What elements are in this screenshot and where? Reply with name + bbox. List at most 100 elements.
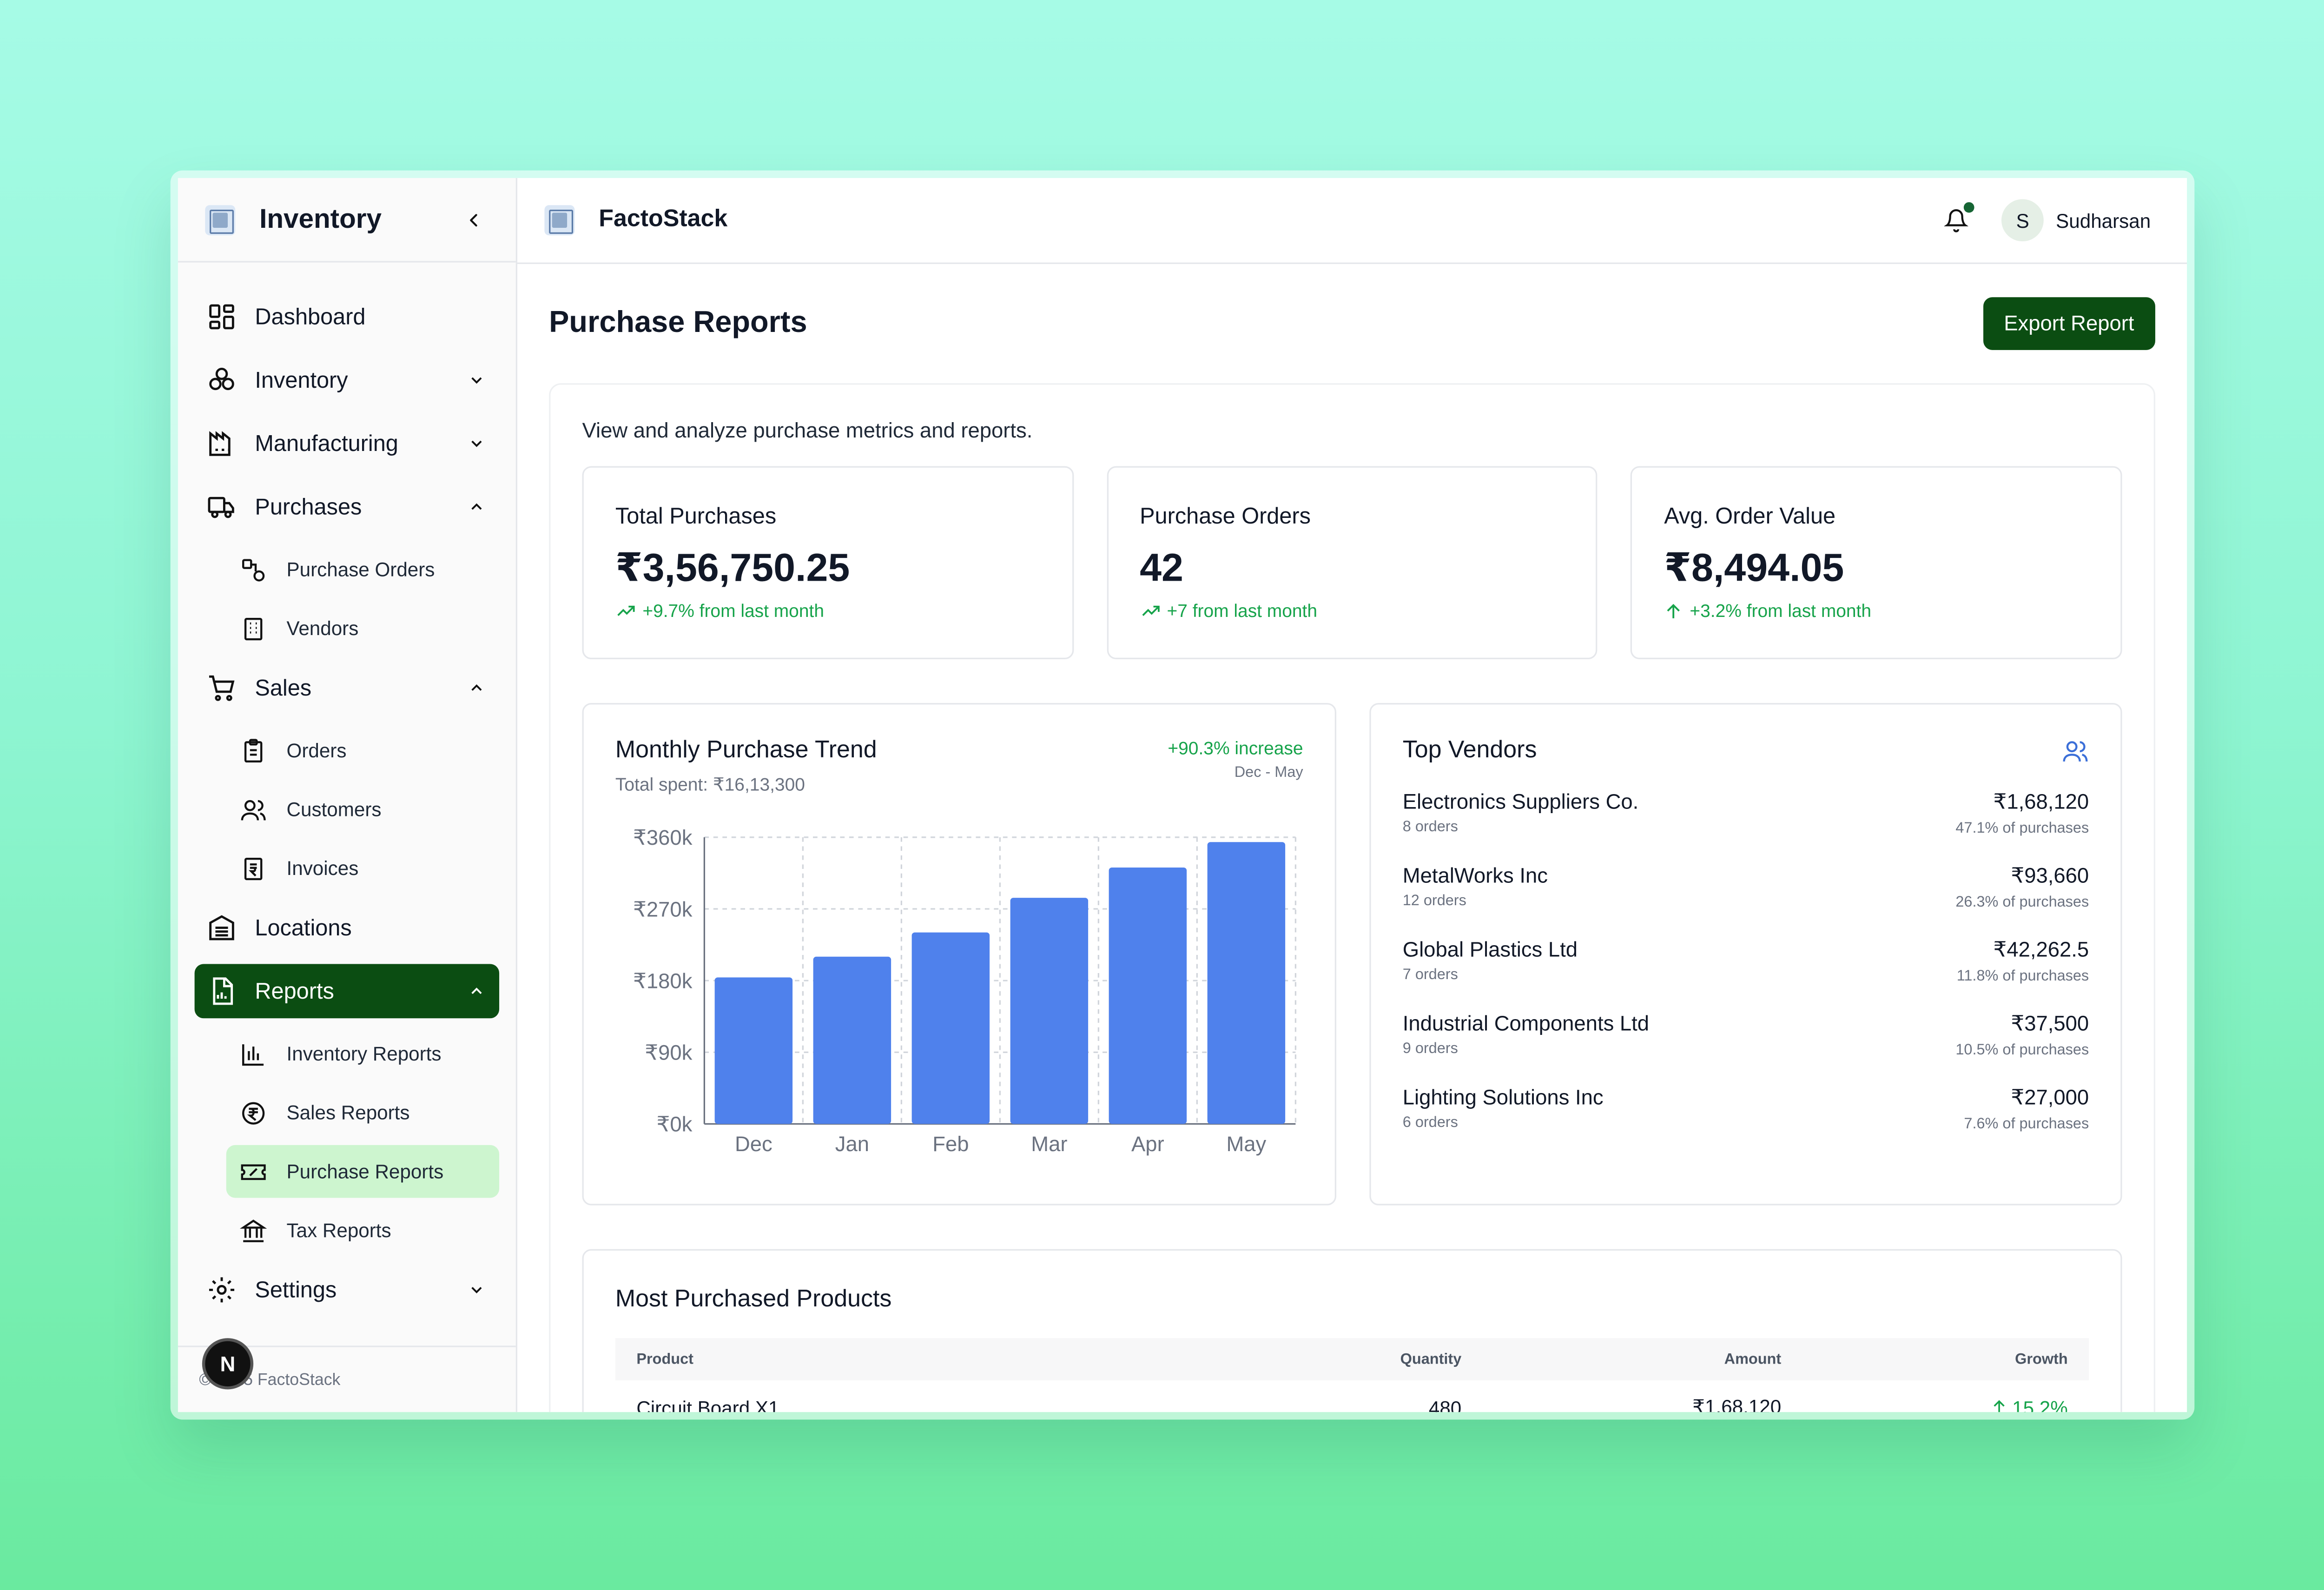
sidebar-subitem-label: Sales Reports — [286, 1101, 410, 1124]
sidebar-subitem-label: Inventory Reports — [286, 1042, 442, 1065]
notifications-button[interactable] — [1941, 202, 1974, 235]
column-header-growth[interactable]: Growth — [1781, 1351, 2068, 1368]
sidebar-item-locations[interactable]: Locations — [195, 901, 499, 955]
sidebar-subitem-purchase-orders[interactable]: Purchase Orders — [226, 543, 499, 596]
ticket-icon — [238, 1156, 269, 1186]
report-panel: View and analyze purchase metrics and re… — [549, 383, 2155, 1412]
arrow-up-icon — [1667, 603, 1681, 618]
sidebar-subitem-customers[interactable]: Customers — [226, 783, 499, 836]
boxes-icon — [207, 365, 237, 395]
sidebar-item-settings[interactable]: Settings — [195, 1263, 499, 1317]
x-tick-label: Apr — [1131, 1132, 1164, 1156]
sidebar-item-label: Dashboard — [255, 304, 366, 330]
kpi-value: ₹3,56,750.25 — [615, 544, 850, 590]
top-vendors-card: Top Vendors Electronics Suppliers Co. 8 o… — [1369, 703, 2122, 1206]
sidebar-subitem-invoices[interactable]: Invoices — [226, 842, 499, 895]
sidebar-header: Inventory — [178, 178, 516, 263]
vendor-row[interactable]: Industrial Components Ltd 9 orders ₹37,50… — [1403, 1011, 2089, 1062]
notification-dot — [1964, 202, 1974, 213]
avatar[interactable]: S — [2001, 199, 2044, 242]
shapes-icon — [238, 555, 269, 585]
vendor-share: 26.3% of purchases — [1955, 894, 2089, 911]
page-title: Purchase Reports — [549, 305, 807, 339]
charts-row: Monthly Purchase Trend Total spent: ₹16,… — [582, 703, 2122, 1206]
vendor-row[interactable]: Electronics Suppliers Co. 8 orders ₹1,68,… — [1403, 789, 2089, 840]
column-header-product[interactable]: Product — [636, 1351, 1281, 1368]
kpi-delta: +7 from last month — [1140, 600, 1565, 622]
product-amount: ₹1,68,120 — [1692, 1395, 1782, 1412]
vendor-share: 10.5% of purchases — [1955, 1042, 2089, 1059]
product-quantity: 480 — [1428, 1396, 1462, 1412]
bar-mar — [1010, 898, 1089, 1124]
gear-icon — [207, 1275, 237, 1305]
brand-name: FactoStack — [599, 206, 728, 232]
rupee-circle-icon — [238, 1098, 269, 1128]
table-header: Product Quantity Amount Growth — [615, 1338, 2089, 1381]
sidebar-item-label: Sales — [255, 675, 312, 701]
vendor-share: 47.1% of purchases — [1955, 821, 2089, 837]
sidebar-item-inventory[interactable]: Inventory — [195, 353, 499, 407]
x-tick-label: May — [1226, 1132, 1266, 1156]
chevron-down-icon — [466, 433, 487, 454]
page-header: Purchase Reports Export Report — [549, 294, 2155, 351]
growth-value: 15.2% — [2012, 1396, 2068, 1412]
factory-icon — [207, 429, 237, 459]
vendor-orders: 9 orders — [1402, 1040, 1458, 1058]
sidebar-item-label: Settings — [255, 1277, 337, 1303]
vendor-row[interactable]: Global Plastics Ltd 7 orders ₹42,262.5 11.… — [1403, 937, 2089, 988]
column-header-amount[interactable]: Amount — [1461, 1351, 1782, 1368]
y-tick-label: ₹270k — [633, 897, 693, 921]
sidebar-item-dashboard[interactable]: Dashboard — [195, 290, 499, 344]
sidebar-subitem-tax-reports[interactable]: Tax Reports — [226, 1204, 499, 1257]
trend-increase: +90.3% increase Dec - May — [1168, 738, 1303, 782]
trending-up-icon — [1142, 605, 1159, 616]
x-tick-label: Dec — [735, 1132, 772, 1156]
vendor-name: Lighting Solutions Inc — [1402, 1085, 1604, 1109]
sidebar-subitem-inventory-reports[interactable]: Inventory Reports — [226, 1027, 499, 1080]
kpi-delta-text: +9.7% from last month — [642, 600, 824, 622]
trending-up-icon — [617, 605, 635, 616]
sidebar-subitem-label: Purchase Orders — [286, 558, 435, 581]
kpi-card-total-purchases: Total Purchases ₹3,56,750.25 +9.7% from … — [582, 466, 1074, 660]
vendor-orders: 8 orders — [1402, 819, 1458, 836]
sidebar-subitem-sales-reports[interactable]: Sales Reports — [226, 1086, 499, 1139]
sidebar-item-label: Manufacturing — [255, 431, 398, 457]
sidebar-item-label: Purchases — [255, 494, 362, 520]
vendors-title: Top Vendors — [1402, 737, 1537, 763]
dev-tools-badge[interactable]: N — [202, 1338, 254, 1390]
table-row[interactable]: Circuit Board X1 480 ₹1,68,120 15.2% — [615, 1380, 2089, 1412]
chevron-up-icon — [466, 677, 487, 698]
collapse-sidebar-button[interactable] — [458, 205, 489, 235]
purchase-trend-chart: ₹0k ₹90k ₹180k ₹270k ₹360k Dec Jan Feb Mar Apr May — [633, 826, 1296, 1156]
bar-feb — [911, 932, 990, 1124]
sidebar-item-sales[interactable]: Sales — [195, 661, 499, 715]
kpi-delta-text: +7 from last month — [1167, 600, 1318, 622]
vendor-row[interactable]: MetalWorks Inc 12 orders ₹93,660 26.3% of … — [1403, 863, 2089, 914]
most-purchased-products-card: Most Purchased Products Product Quantity… — [582, 1249, 2122, 1412]
vendor-name: MetalWorks Inc — [1402, 863, 1548, 888]
products-table: Product Quantity Amount Growth Circuit B… — [615, 1338, 2089, 1412]
y-tick-label: ₹90k — [645, 1041, 692, 1065]
bar-jan — [813, 956, 891, 1124]
sidebar-item-label: Inventory — [255, 367, 348, 393]
sidebar-item-reports[interactable]: Reports — [194, 964, 500, 1019]
building-icon — [238, 613, 269, 643]
app-logo-icon — [205, 204, 236, 235]
column-header-quantity[interactable]: Quantity — [1281, 1351, 1462, 1368]
sidebar-item-label: Reports — [255, 978, 334, 1004]
sidebar-subitem-vendors[interactable]: Vendors — [226, 602, 499, 655]
sidebar-subitem-orders[interactable]: Orders — [226, 724, 499, 777]
vendor-share: 11.8% of purchases — [1956, 968, 2089, 985]
sidebar-subitem-purchase-reports[interactable]: Purchase Reports — [226, 1145, 500, 1198]
bar-may — [1207, 842, 1286, 1124]
sidebar-title: Inventory — [259, 204, 382, 234]
vendor-row[interactable]: Lighting Solutions Inc 6 orders ₹27,000 7.… — [1403, 1085, 2089, 1136]
kpi-value: ₹8,494.05 — [1664, 544, 1844, 590]
x-tick-label: Feb — [932, 1132, 969, 1156]
export-report-button[interactable]: Export Report — [1982, 296, 2155, 350]
sidebar-subitem-label: Invoices — [286, 857, 359, 880]
sidebar-item-purchases[interactable]: Purchases — [195, 480, 499, 534]
user-name[interactable]: Sudharsan — [2056, 209, 2151, 232]
sidebar-nav: Dashboard Inventory Manufacturing Purcha… — [178, 263, 516, 1317]
sidebar-item-manufacturing[interactable]: Manufacturing — [195, 417, 499, 471]
